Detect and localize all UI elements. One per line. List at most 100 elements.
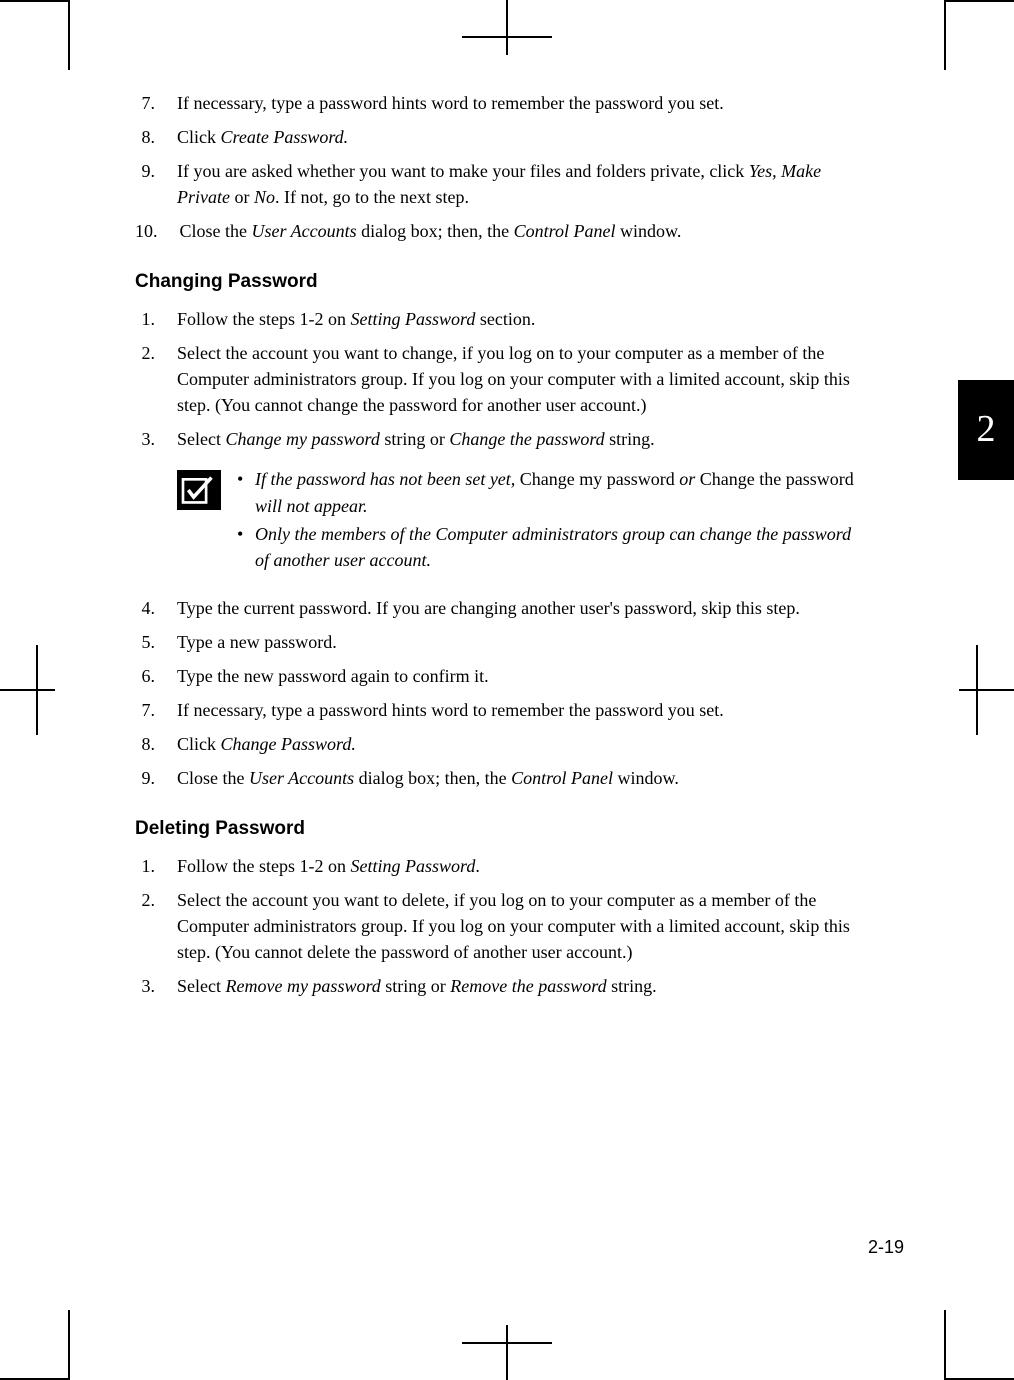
list-number: 4. bbox=[135, 595, 177, 621]
list-text: Click Create Password. bbox=[177, 124, 859, 150]
text-run: Change the password bbox=[449, 429, 604, 449]
text-run: If the password has not been set yet, bbox=[255, 469, 520, 489]
list-item: 3.Select Remove my password string or Re… bbox=[135, 973, 859, 999]
list-number: 1. bbox=[135, 306, 177, 332]
numbered-list: 1.Follow the steps 1-2 on Setting Passwo… bbox=[135, 306, 859, 452]
list-number: 7. bbox=[135, 697, 177, 723]
list-number: 9. bbox=[135, 765, 177, 791]
list-item: 2.Select the account you want to change,… bbox=[135, 340, 859, 418]
list-text: Select the account you want to change, i… bbox=[177, 340, 859, 418]
text-run: If you are asked whether you want to mak… bbox=[177, 161, 749, 181]
list-number: 3. bbox=[135, 426, 177, 452]
list-number: 8. bbox=[135, 124, 177, 150]
list-item: 7.If necessary, type a password hints wo… bbox=[135, 90, 859, 116]
list-item: 8.Click Create Password. bbox=[135, 124, 859, 150]
numbered-list: 7.If necessary, type a password hints wo… bbox=[135, 90, 859, 244]
text-run: Select the account you want to change, i… bbox=[177, 343, 850, 415]
page-number: 2-19 bbox=[868, 1234, 904, 1260]
list-item: 4.Type the current password. If you are … bbox=[135, 595, 859, 621]
bullet-item: •Only the members of the Computer admini… bbox=[237, 521, 859, 573]
text-run: Control Panel bbox=[514, 221, 616, 241]
text-run: . If not, go to the next step. bbox=[275, 187, 469, 207]
text-run: section. bbox=[475, 309, 535, 329]
list-text: Select Remove my password string or Remo… bbox=[177, 973, 859, 999]
text-run: User Accounts bbox=[252, 221, 357, 241]
text-run: Control Panel bbox=[511, 768, 613, 788]
list-number: 2. bbox=[135, 887, 177, 965]
checkmark-icon bbox=[177, 470, 221, 510]
list-item: 3.Select Change my password string or Ch… bbox=[135, 426, 859, 452]
list-text: If you are asked whether you want to mak… bbox=[177, 158, 859, 210]
numbered-list: 4.Type the current password. If you are … bbox=[135, 595, 859, 792]
list-item: 9.If you are asked whether you want to m… bbox=[135, 158, 859, 210]
text-run: string. bbox=[605, 429, 655, 449]
list-item: 1.Follow the steps 1-2 on Setting Passwo… bbox=[135, 306, 859, 332]
text-run: No bbox=[254, 187, 275, 207]
list-text: If necessary, type a password hints word… bbox=[177, 697, 859, 723]
list-text: Click Change Password. bbox=[177, 731, 859, 757]
text-run: Change Password. bbox=[221, 734, 356, 754]
text-run: will not appear. bbox=[255, 496, 368, 516]
text-run: . bbox=[475, 856, 480, 876]
list-text: Type the current password. If you are ch… bbox=[177, 595, 859, 621]
list-item: 5.Type a new password. bbox=[135, 629, 859, 655]
text-run: If necessary, type a password hints word… bbox=[177, 700, 724, 720]
text-run: or bbox=[675, 469, 700, 489]
text-run: dialog box; then, the bbox=[354, 768, 511, 788]
list-number: 2. bbox=[135, 340, 177, 418]
text-run: Type a new password. bbox=[177, 632, 337, 652]
list-text: Type the new password again to confirm i… bbox=[177, 663, 859, 689]
heading-changing-password: Changing Password bbox=[135, 268, 859, 296]
text-run: Setting Password bbox=[351, 309, 476, 329]
bullet-text: Only the members of the Computer adminis… bbox=[255, 521, 859, 573]
list-text: Follow the steps 1-2 on Setting Password… bbox=[177, 853, 859, 879]
list-text: Select the account you want to delete, i… bbox=[177, 887, 859, 965]
text-run: dialog box; then, the bbox=[357, 221, 514, 241]
text-run: Click bbox=[177, 734, 221, 754]
text-run: Close the bbox=[180, 221, 252, 241]
list-text: Follow the steps 1-2 on Setting Password… bbox=[177, 306, 859, 332]
list-item: 7.If necessary, type a password hints wo… bbox=[135, 697, 859, 723]
text-run: window. bbox=[615, 221, 681, 241]
text-run: Close the bbox=[177, 768, 249, 788]
note-callout: •If the password has not been set yet, C… bbox=[177, 466, 859, 574]
text-run: Create Password. bbox=[221, 127, 349, 147]
list-item: 1.Follow the steps 1-2 on Setting Passwo… bbox=[135, 853, 859, 879]
list-item: 2.Select the account you want to delete,… bbox=[135, 887, 859, 965]
list-number: 7. bbox=[135, 90, 177, 116]
text-run: Follow the steps 1-2 on bbox=[177, 856, 351, 876]
text-run: If necessary, type a password hints word… bbox=[177, 93, 724, 113]
text-run: Follow the steps 1-2 on bbox=[177, 309, 351, 329]
list-text: Select Change my password string or Chan… bbox=[177, 426, 859, 452]
text-run: Type the current password. If you are ch… bbox=[177, 598, 800, 618]
text-run: Select bbox=[177, 429, 225, 449]
text-run: Change my password bbox=[520, 469, 675, 489]
text-run: Select the account you want to delete, i… bbox=[177, 890, 850, 962]
text-run: User Accounts bbox=[249, 768, 354, 788]
list-item: 8.Click Change Password. bbox=[135, 731, 859, 757]
text-run: Change my password bbox=[225, 429, 379, 449]
list-text: If necessary, type a password hints word… bbox=[177, 90, 859, 116]
list-item: 6.Type the new password again to confirm… bbox=[135, 663, 859, 689]
text-run: string. bbox=[607, 976, 657, 996]
text-run: Type the new password again to confirm i… bbox=[177, 666, 489, 686]
text-run: Change the password bbox=[700, 469, 854, 489]
text-run: Remove the password bbox=[450, 976, 606, 996]
numbered-list: 1.Follow the steps 1-2 on Setting Passwo… bbox=[135, 853, 859, 999]
bullet-text: If the password has not been set yet, Ch… bbox=[255, 466, 859, 518]
list-item: 10.Close the User Accounts dialog box; t… bbox=[135, 218, 859, 244]
text-run: Only the members of the Computer adminis… bbox=[255, 524, 851, 570]
list-number: 6. bbox=[135, 663, 177, 689]
heading-deleting-password: Deleting Password bbox=[135, 815, 859, 843]
list-number: 1. bbox=[135, 853, 177, 879]
bullet-mark: • bbox=[237, 466, 255, 518]
text-run: Click bbox=[177, 127, 221, 147]
list-number: 3. bbox=[135, 973, 177, 999]
text-run: window. bbox=[613, 768, 679, 788]
text-run: Select bbox=[177, 976, 225, 996]
bullet-item: •If the password has not been set yet, C… bbox=[237, 466, 859, 518]
text-run: string or bbox=[381, 976, 451, 996]
list-text: Type a new password. bbox=[177, 629, 859, 655]
list-number: 8. bbox=[135, 731, 177, 757]
list-item: 9.Close the User Accounts dialog box; th… bbox=[135, 765, 859, 791]
